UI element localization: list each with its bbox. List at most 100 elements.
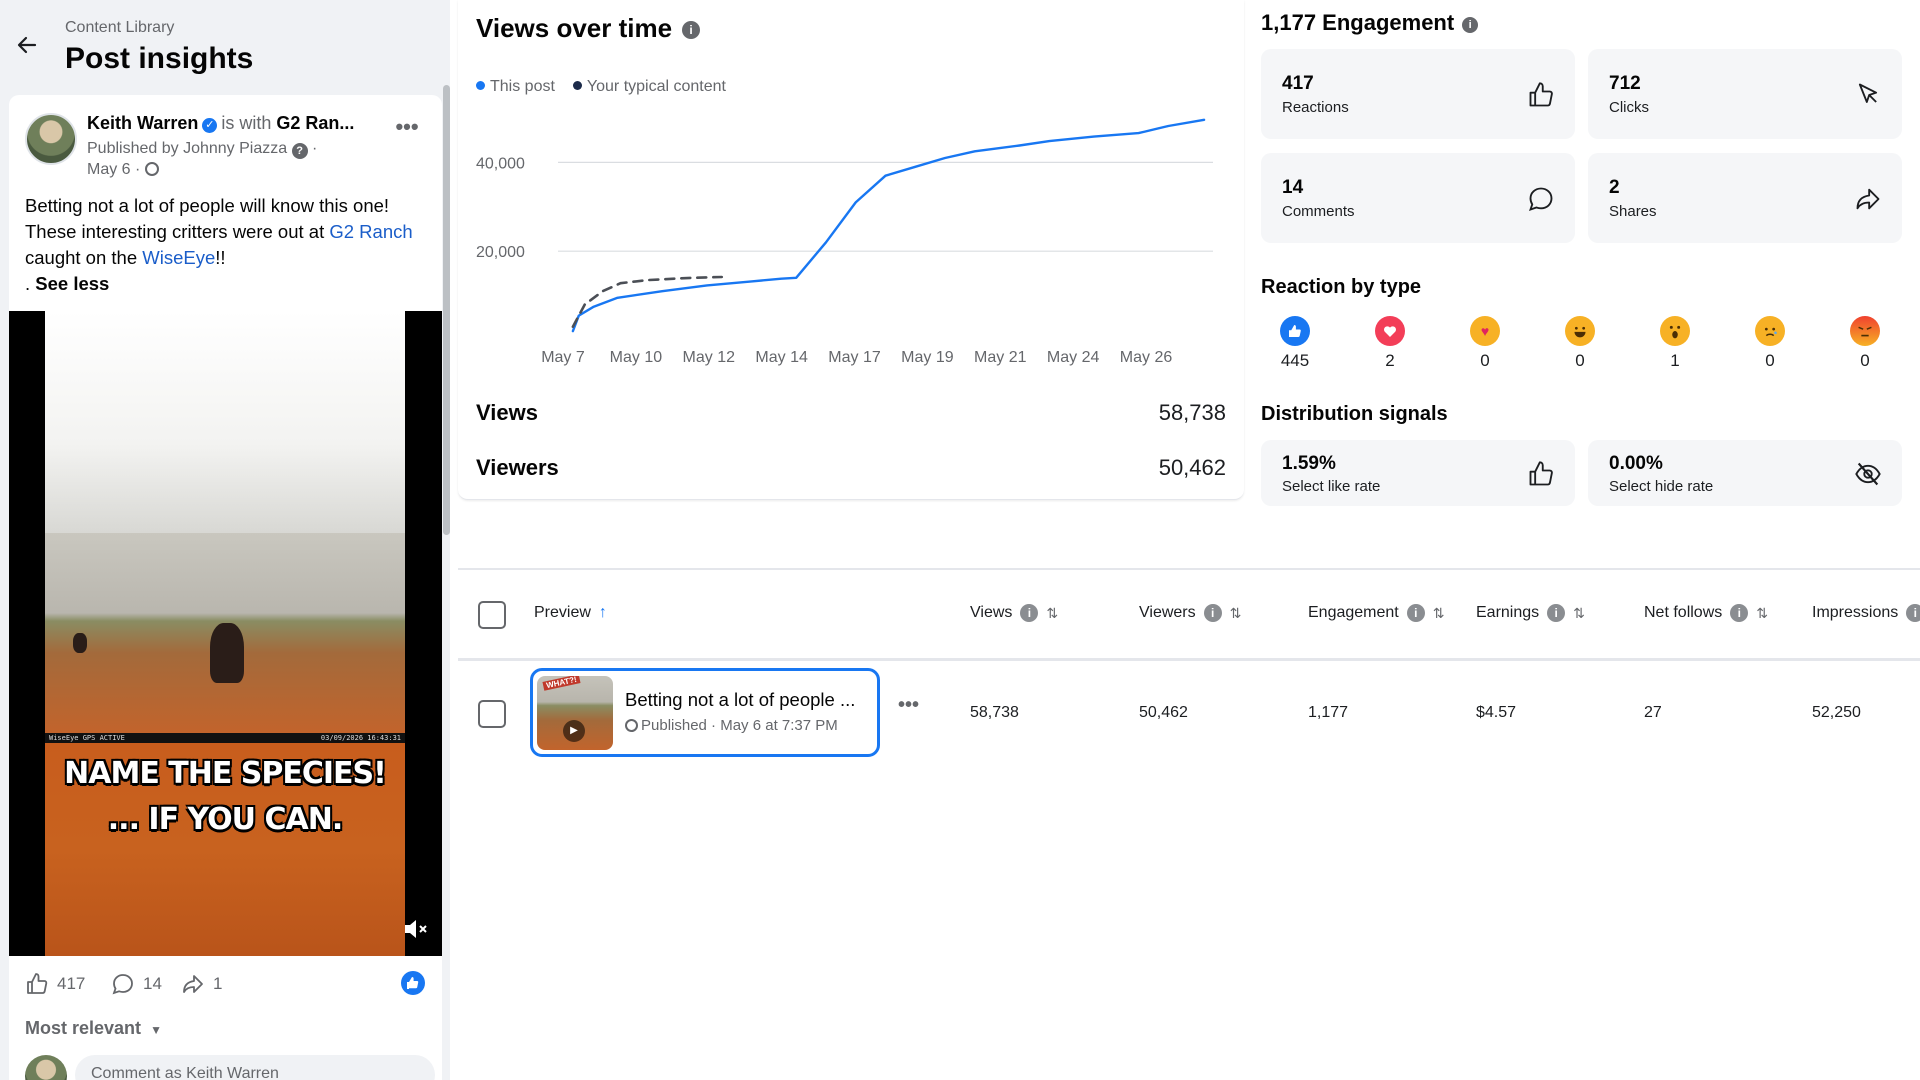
mute-button[interactable] [402,916,430,944]
post-text-part: caught on the [25,247,143,268]
breadcrumb[interactable]: Content Library [65,19,174,37]
share-action[interactable]: 1 [181,971,222,997]
select-all-checkbox[interactable] [478,601,506,629]
share-count: 1 [213,974,223,993]
x-tick-label: May 14 [755,349,808,366]
author-name[interactable]: Keith Warren [87,113,198,133]
back-button[interactable] [12,30,42,60]
comment-input[interactable]: Comment as Keith Warren [75,1055,435,1080]
hide-rate-value: 0.00% [1609,453,1663,474]
author-line: Keith Warren ✓ is with G2 Ran... [87,113,387,134]
views-total-row: Views 58,738 [476,400,1226,426]
shares-stat-card[interactable]: 2 Shares [1588,153,1902,243]
column-header-views[interactable]: Views i ⇅ [970,604,1058,622]
engagement-header: 1,177 Engagement i [1261,10,1479,36]
camera-strip-right: 03/09/2026 16:43:31 [320,734,401,742]
tagged-page[interactable]: G2 Ran... [276,113,354,133]
info-icon[interactable]: i [682,21,701,39]
column-header-engagement[interactable]: Engagement i ⇅ [1308,604,1444,622]
like-rate-card[interactable]: 1.59% Select like rate [1261,440,1575,506]
info-icon[interactable]: i [1203,604,1222,622]
reaction-count: 0 [1575,351,1585,370]
reaction-count: 0 [1765,351,1775,370]
post-more-button[interactable]: ••• [391,113,423,145]
comment-sort-label: Most relevant [25,1018,142,1038]
viewers-total-row: Viewers 50,462 [476,455,1226,481]
video-caption-line2: ... IF YOU CAN. [107,802,343,837]
post-video[interactable]: WiseEye GPS ACTIVE 03/09/2026 16:43:31 N… [9,311,442,956]
like-reaction-icon [1280,316,1310,346]
x-tick-label: May 10 [610,349,663,366]
info-icon[interactable]: i [1730,604,1749,622]
care-reaction-icon: ♥ [1470,316,1500,346]
share-arrow-icon [1856,188,1880,210]
shares-label: Shares [1609,203,1657,220]
column-header-viewers[interactable]: Viewers i ⇅ [1139,604,1241,622]
comment-action[interactable]: 14 [111,971,162,997]
comment-bubble-icon [112,974,133,995]
like-action[interactable]: 417 [25,971,85,997]
love-reaction-icon [1375,316,1405,346]
post-date-text[interactable]: May 6 · [87,161,140,178]
legend-typical-label: Your typical content [586,78,726,95]
views-over-time-title: Views over time [476,13,673,43]
cell-impressions: 52,250 [1812,704,1861,721]
legend-dot [572,81,582,90]
post-text-part: !! [215,247,226,268]
row-checkbox[interactable] [478,700,506,728]
info-icon[interactable]: i [1906,604,1920,622]
info-icon[interactable]: i [1020,604,1039,622]
post-text-part: . [25,273,36,294]
legend-this-post: This post [476,78,555,96]
author-avatar[interactable] [25,113,77,165]
table-header: Preview ↑ Views i ⇅ Viewers i ⇅ Engagement… [458,586,1920,646]
column-header-label: Viewers [1139,604,1196,621]
post-preview-title: Betting not a lot of people ... [625,689,856,710]
column-header-impressions[interactable]: Impressions i [1812,604,1920,622]
info-icon[interactable]: i [1406,604,1425,622]
hide-rate-card[interactable]: 0.00% Select hide rate [1588,440,1902,506]
share-arrow-icon [183,975,203,993]
sort-icon: ⇅ [1756,604,1768,621]
header-separator [458,658,1920,661]
column-header-preview[interactable]: Preview ↑ [534,604,607,622]
camera-strip-left: WiseEye GPS ACTIVE [49,734,125,742]
viewers-label: Viewers [476,455,559,480]
row-more-button[interactable]: ••• [898,694,919,717]
comment-sort-dropdown[interactable]: Most relevant ▼ [25,1018,162,1039]
sad-reaction-icon [1755,316,1785,346]
see-less-link[interactable]: See less [35,273,109,294]
comments-value: 14 [1282,177,1304,198]
like-rate-value: 1.59% [1282,453,1336,474]
reactions-stat-card[interactable]: 417 Reactions [1261,49,1575,139]
post-link-g2-ranch[interactable]: G2 Ranch [329,221,412,242]
scrollbar-thumb[interactable] [443,85,450,535]
post-action-bar: 417 14 1 [9,963,442,1005]
reaction-count: 0 [1860,351,1870,370]
column-header-net-follows[interactable]: Net follows i ⇅ [1644,604,1768,622]
info-icon[interactable]: i [1547,604,1566,622]
clicks-stat-card[interactable]: 712 Clicks [1588,49,1902,139]
column-header-earnings[interactable]: Earnings i ⇅ [1476,604,1585,622]
comments-stat-card[interactable]: 14 Comments [1261,153,1575,243]
chart-legend: This post Your typical content [476,78,726,96]
table-row: WHAT?! ▶ Betting not a lot of people ...… [458,664,1920,757]
x-tick-label: May 17 [828,349,881,366]
hide-rate-label: Select hide rate [1609,478,1714,495]
question-icon[interactable]: ? [291,143,308,159]
post-date: May 6 · [87,161,159,179]
published-by-text: Published by Johnny Piazza [87,140,288,157]
reaction-count: 0 [1480,351,1490,370]
page-title: Post insights [65,42,254,75]
globe-icon [144,162,159,176]
post-preview-cell[interactable]: WHAT?! ▶ Betting not a lot of people ...… [530,668,880,757]
haha-reaction-icon [1565,316,1595,346]
wow-reaction-icon [1660,316,1690,346]
y-tick-label: 20,000 [476,244,525,261]
animal-silhouette [73,633,87,653]
post-link-wiseeye[interactable]: WiseEye [142,247,215,268]
like-reaction-badge-icon [401,971,425,995]
views-over-time-header: Views over time i [476,13,701,44]
info-icon[interactable]: i [1462,17,1479,33]
post-preview-status: Published · May 6 at 7:37 PM [625,717,838,734]
